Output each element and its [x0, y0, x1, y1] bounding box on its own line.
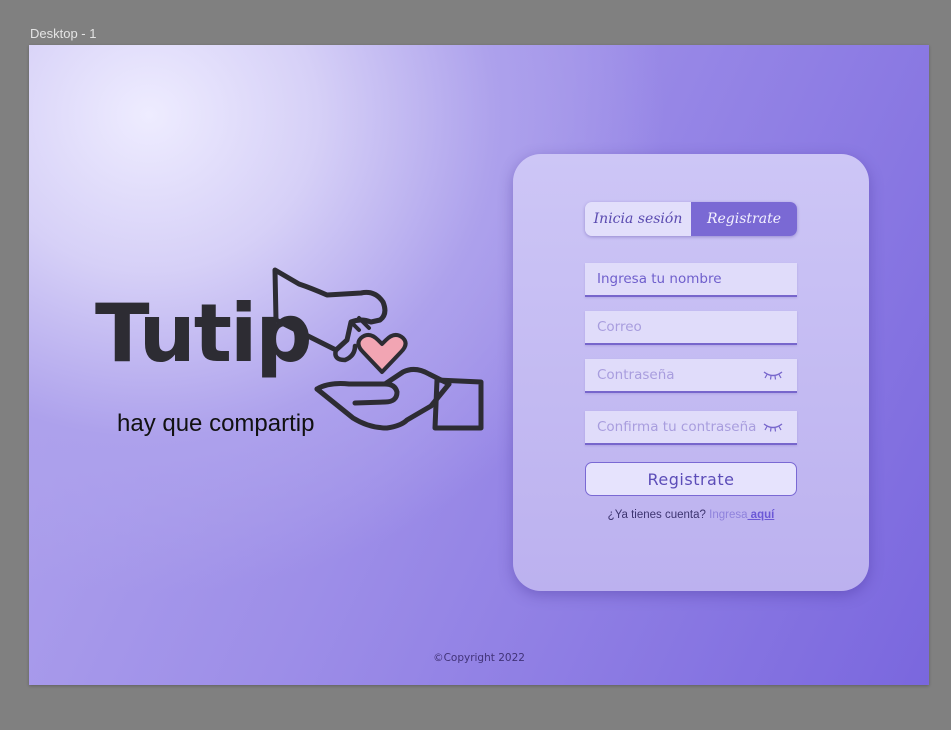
name-field[interactable]: Ingresa tu nombre: [585, 263, 797, 297]
login-link[interactable]: aquí: [747, 509, 775, 521]
login-question: ¿Ya tienes cuenta?: [607, 509, 706, 521]
password-placeholder: Contraseña: [597, 367, 675, 383]
brand-tagline: hay que compartip: [117, 410, 315, 437]
desktop-frame: Tutip hay que compartip Inicia sesión Re…: [29, 45, 929, 685]
login-action: Ingresa: [709, 509, 748, 521]
password-field[interactable]: Contraseña: [585, 359, 797, 393]
brand-wordmark: Tutip: [95, 287, 313, 380]
copyright-text: ©Copyright 2022: [433, 652, 525, 664]
closed-eye-icon[interactable]: [763, 369, 783, 381]
brand-logo: Tutip hay que compartip: [89, 260, 489, 460]
email-placeholder: Correo: [597, 319, 642, 335]
closed-eye-icon[interactable]: [763, 421, 783, 433]
register-card: Inicia sesión Registrate Ingresa tu nomb…: [513, 154, 869, 591]
auth-tabs: Inicia sesión Registrate: [585, 202, 797, 236]
tab-register[interactable]: Registrate: [691, 202, 797, 236]
confirm-password-field[interactable]: Confirma tu contraseña: [585, 411, 797, 445]
frame-label: Desktop - 1: [30, 26, 97, 41]
tab-login[interactable]: Inicia sesión: [585, 202, 691, 236]
name-placeholder: Ingresa tu nombre: [597, 271, 722, 287]
register-button[interactable]: Registrate: [585, 462, 797, 496]
login-prompt: ¿Ya tienes cuenta? Ingresa aquí: [513, 509, 869, 521]
confirm-password-placeholder: Confirma tu contraseña: [597, 419, 757, 435]
email-field[interactable]: Correo: [585, 311, 797, 345]
